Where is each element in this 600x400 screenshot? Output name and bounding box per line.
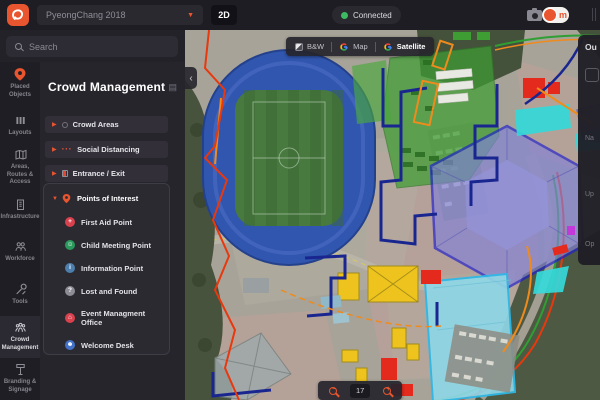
map-pin-icon (62, 194, 71, 204)
poi-child-meeting-point[interactable]: ☺ Child Meeting Point (52, 240, 161, 250)
map-style-satellite[interactable]: Satellite (383, 42, 425, 52)
panel-title: Crowd Management (48, 80, 166, 94)
tools-icon (14, 283, 27, 296)
google-icon (340, 42, 348, 51)
divider (374, 41, 376, 52)
section-entrance-exit[interactable]: ▶ Entrance / Exit (45, 165, 168, 182)
map-viewport: ‹ B&W Map Satellite − 17 + Ou Na Up Op (185, 30, 600, 400)
topbar: PyeongChang 2018 ▼ 2D Connected m (0, 0, 600, 30)
welcome-desk-icon: ☻ (65, 340, 75, 350)
chevron-down-icon: ▼ (187, 11, 194, 19)
sidebar-item-placed-objects[interactable]: Placed Objects (0, 62, 40, 104)
map-style-map[interactable]: Map (339, 42, 368, 52)
search-icon (15, 43, 22, 50)
avatar[interactable]: m (542, 7, 569, 23)
zoom-in-icon[interactable]: + (383, 386, 392, 395)
caret-right-icon: ▶ (52, 121, 57, 128)
nav-rail: Placed Objects Layouts Areas, Routes & A… (0, 62, 40, 400)
panel-icon-placeholder (585, 68, 599, 82)
sidebar-item-tools[interactable]: Tools (0, 273, 40, 315)
circle-icon (61, 121, 68, 128)
map-pin-icon (13, 67, 27, 81)
zoom-controls: − 17 + (318, 381, 403, 400)
poi-lost-and-found[interactable]: ? Lost and Found (52, 286, 161, 296)
event-office-icon: ⌂ (65, 313, 75, 323)
first-aid-icon: + (65, 217, 75, 227)
bw-icon (295, 42, 303, 51)
information-icon: i (65, 263, 75, 273)
brand-swirl-icon (12, 9, 23, 20)
map-style-switcher: B&W Map Satellite (286, 37, 435, 56)
sidebar-item-areas-routes-access[interactable]: Areas, Routes & Access (0, 147, 40, 189)
sidebar-item-layouts[interactable]: Layouts (0, 104, 40, 146)
panel-menu-icon[interactable]: ▤ (168, 82, 177, 93)
topbar-divider (592, 8, 596, 21)
search-strip: Search (0, 30, 185, 62)
caret-down-icon: ▼ (52, 195, 58, 202)
google-icon (383, 42, 392, 51)
panel-collapse-button[interactable]: ‹ (185, 67, 197, 89)
signage-icon (14, 363, 27, 376)
poi-first-aid-point[interactable]: + First Aid Point (52, 217, 161, 227)
crowd-icon (14, 321, 27, 334)
avatar-initial: m (559, 10, 568, 20)
section-crowd-areas[interactable]: ▶ Crowd Areas (45, 116, 168, 133)
poi-event-management-office[interactable]: ⌂ Event Managment Office (52, 309, 161, 327)
mode-2d-button[interactable]: 2D (211, 5, 237, 25)
areas-routes-icon (14, 148, 27, 161)
zoom-out-icon[interactable]: − (329, 386, 337, 395)
infrastructure-icon (14, 198, 27, 211)
connection-label: Connected (353, 10, 392, 20)
points-of-interest-group: ▼ Points of Interest + First Aid Point ☺… (43, 183, 170, 355)
gate-icon (61, 170, 68, 177)
layouts-icon (14, 114, 27, 127)
poi-welcome-desk[interactable]: ☻ Welcome Desk (52, 340, 161, 350)
connection-status: Connected (332, 6, 401, 24)
chevron-left-icon: ‹ (189, 72, 193, 84)
app-root: PyeongChang 2018 ▼ 2D Connected m Search… (0, 0, 600, 400)
sidebar-item-crowd-management[interactable]: Crowd Management (0, 315, 40, 358)
map-style-bw[interactable]: B&W (295, 42, 324, 51)
poi-information-point[interactable]: i Information Point (52, 263, 161, 273)
section-social-distancing[interactable]: ▶ Social Distancing (45, 141, 168, 158)
divider (331, 41, 333, 52)
sidebar-item-branding-signage[interactable]: Branding & Signage (0, 358, 40, 400)
event-selector-value: PyeongChang 2018 (46, 10, 126, 20)
status-dot-icon (341, 11, 348, 19)
sidebar-item-workforce[interactable]: Workforce (0, 231, 40, 273)
dots-icon (62, 148, 73, 151)
lost-found-icon: ? (65, 286, 75, 296)
map-canvas[interactable] (185, 30, 600, 400)
search-input[interactable]: Search (6, 36, 178, 57)
zoom-level: 17 (350, 383, 371, 398)
app-logo[interactable] (7, 4, 29, 26)
caret-right-icon: ▶ (52, 146, 57, 153)
child-meeting-icon: ☺ (65, 240, 75, 250)
caret-right-icon: ▶ (52, 170, 57, 177)
avatar-dot (543, 8, 557, 22)
camera-icon[interactable] (527, 7, 542, 21)
event-selector[interactable]: PyeongChang 2018 ▼ (37, 5, 203, 25)
search-placeholder: Search (29, 41, 58, 52)
section-points-of-interest[interactable]: ▼ Points of Interest (52, 193, 161, 204)
crowd-management-panel: Crowd Management ▤ ▶ Crowd Areas ▶ Socia… (40, 62, 185, 400)
workforce-icon (14, 240, 27, 253)
sidebar-item-infrastructure[interactable]: Infrastructure (0, 189, 40, 231)
right-panel-partial[interactable]: Ou Na Up Op (578, 35, 600, 265)
